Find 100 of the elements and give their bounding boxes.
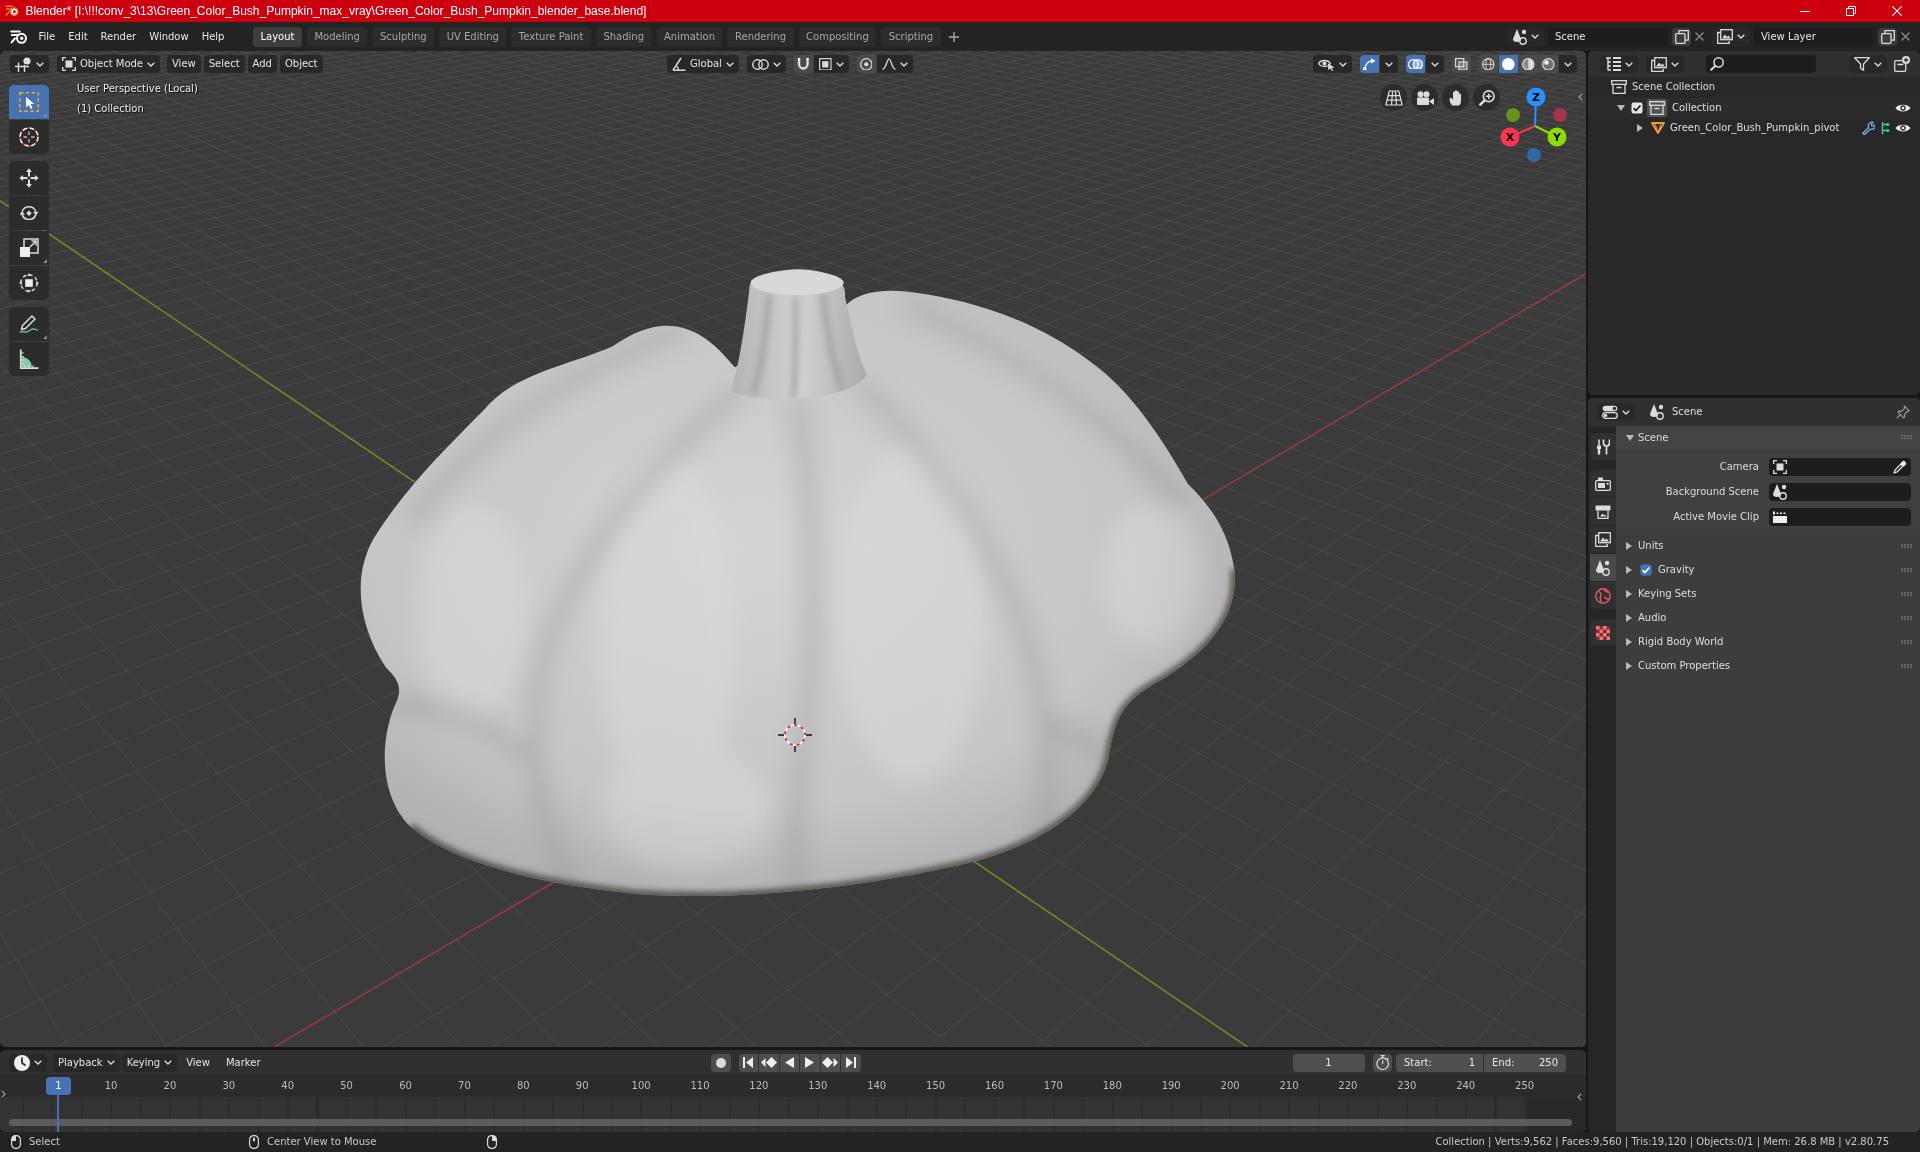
shading-mode-button[interactable] — [1519, 55, 1538, 73]
menu-item[interactable]: File — [32, 27, 62, 46]
tool-button[interactable] — [9, 161, 49, 195]
grip-dots-icon[interactable] — [1901, 639, 1912, 645]
object-field[interactable] — [1769, 457, 1911, 476]
workspace-tab[interactable]: Animation — [656, 26, 723, 47]
x-ray-toggle[interactable] — [1452, 55, 1471, 73]
minimize-icon[interactable] — [1800, 10, 1810, 12]
tool-button[interactable] — [9, 266, 49, 300]
tool-button[interactable] — [9, 120, 49, 154]
properties-tab[interactable] — [1590, 498, 1616, 525]
scene-browse-button[interactable] — [1508, 27, 1544, 46]
filter-dropdown[interactable] — [1849, 55, 1887, 73]
menu-item[interactable]: Help — [195, 27, 231, 46]
checkbox[interactable] — [1640, 564, 1652, 576]
workspace-tab[interactable]: Layout — [252, 26, 302, 47]
tool-button[interactable] — [9, 307, 49, 341]
workspace-tab[interactable]: Shading — [595, 26, 652, 47]
tool-button[interactable] — [9, 342, 49, 376]
properties-tab[interactable] — [1590, 526, 1616, 553]
workspace-tab[interactable]: Modeling — [306, 26, 368, 47]
scene-field[interactable] — [1769, 482, 1911, 501]
navigation-button[interactable] — [1473, 84, 1500, 111]
properties-tab[interactable] — [1590, 470, 1616, 497]
tool-button[interactable] — [9, 196, 49, 230]
snap-toggle[interactable] — [793, 55, 813, 73]
workspace-tab[interactable]: Sculpting — [372, 26, 435, 47]
snap-target-dropdown[interactable] — [813, 55, 849, 73]
transport-button[interactable] — [759, 1053, 779, 1072]
proportional-editing-toggle[interactable] — [856, 55, 876, 73]
chevron-left-icon[interactable] — [1577, 1093, 1582, 1101]
copy-button[interactable] — [1672, 27, 1691, 46]
axis-dot-icon[interactable] — [1527, 148, 1541, 162]
orientation-dropdown[interactable]: Global — [667, 55, 739, 73]
workspace-tab[interactable]: Scripting — [881, 26, 941, 47]
editor-type-button[interactable] — [10, 55, 49, 73]
chevron-right-icon[interactable] — [1, 1090, 6, 1098]
shading-mode-button[interactable] — [1499, 55, 1518, 73]
timeline-scrollbar[interactable] — [9, 1119, 1572, 1126]
mode-dropdown[interactable]: Object Mode — [57, 55, 160, 73]
checkbox[interactable] — [1631, 101, 1643, 114]
right-triangle-icon[interactable] — [1637, 124, 1643, 133]
gizmo-options-dropdown[interactable] — [1380, 55, 1398, 73]
copy-button[interactable] — [1878, 27, 1897, 46]
tree-row[interactable]: Collection — [1588, 97, 1920, 118]
end-frame-field[interactable]: End: 250 — [1484, 1053, 1566, 1072]
eye-icon[interactable] — [1895, 123, 1911, 134]
branch-icon[interactable] — [1880, 121, 1890, 136]
menu-item[interactable]: Edit — [61, 27, 95, 46]
gizmo-toggle[interactable] — [1360, 55, 1379, 73]
workspace-tab[interactable]: UV Editing — [439, 26, 507, 47]
editor-type-button[interactable] — [1600, 55, 1638, 73]
overlay-toggle[interactable] — [1406, 55, 1425, 73]
editor-type-button[interactable] — [9, 1053, 47, 1072]
plus-icon[interactable] — [948, 31, 959, 42]
view-layer-browse-button[interactable] — [1712, 27, 1750, 46]
workspace-tab[interactable]: Texture Paint — [511, 26, 591, 47]
grip-dots-icon[interactable] — [1901, 567, 1912, 573]
properties-tab[interactable] — [1590, 433, 1616, 460]
record-button[interactable] — [711, 1053, 731, 1072]
menu-item[interactable]: Render — [94, 27, 143, 46]
box-plus-icon[interactable] — [1894, 56, 1910, 72]
editor-type-button[interactable] — [1597, 403, 1635, 421]
transport-button[interactable] — [779, 1053, 799, 1072]
shading-options-dropdown[interactable] — [1559, 55, 1577, 73]
navigation-button[interactable] — [1380, 84, 1407, 111]
close-icon[interactable] — [1695, 32, 1704, 41]
falloff-dropdown[interactable] — [876, 55, 913, 73]
wrench-icon[interactable] — [1861, 121, 1875, 136]
navigation-button[interactable] — [1411, 84, 1438, 111]
overlay-options-dropdown[interactable] — [1426, 55, 1444, 73]
grip-dots-icon[interactable] — [1901, 591, 1912, 597]
shading-mode-button[interactable] — [1539, 55, 1558, 73]
pin-icon[interactable] — [1896, 405, 1910, 419]
eye-icon[interactable] — [1895, 102, 1911, 113]
transport-button[interactable] — [820, 1053, 840, 1072]
scene-name-field[interactable]: Scene — [1548, 27, 1668, 46]
menu-item[interactable]: Object — [279, 55, 323, 73]
menu-item[interactable]: Marker — [218, 1056, 268, 1069]
menu-item[interactable]: Select — [203, 55, 245, 73]
menu-item[interactable]: Window — [142, 27, 196, 46]
logo-icon[interactable] — [10, 29, 28, 44]
menu-dropdown[interactable]: Keying — [121, 1053, 178, 1072]
eyedropper-icon[interactable] — [1893, 459, 1907, 474]
axis-dot-icon[interactable] — [1506, 108, 1520, 122]
movie-clip-field[interactable] — [1769, 507, 1911, 526]
grip-dots-icon[interactable] — [1901, 543, 1912, 549]
transport-button[interactable] — [738, 1053, 758, 1072]
workspace-tab[interactable]: Compositing — [798, 26, 877, 47]
stopwatch-button[interactable] — [1372, 1053, 1392, 1072]
shading-mode-button[interactable] — [1479, 55, 1498, 73]
restore-icon[interactable] — [1846, 6, 1856, 16]
chevron-left-icon[interactable] — [1578, 93, 1583, 101]
close-icon[interactable] — [1901, 32, 1910, 41]
menu-item[interactable]: Add — [247, 55, 277, 73]
menu-dropdown[interactable]: Playback — [53, 1053, 120, 1072]
properties-tab[interactable] — [1590, 554, 1616, 581]
axis-dot-icon[interactable] — [1553, 108, 1567, 122]
menu-item[interactable]: View — [179, 1056, 217, 1069]
menu-item[interactable]: View — [167, 55, 201, 73]
